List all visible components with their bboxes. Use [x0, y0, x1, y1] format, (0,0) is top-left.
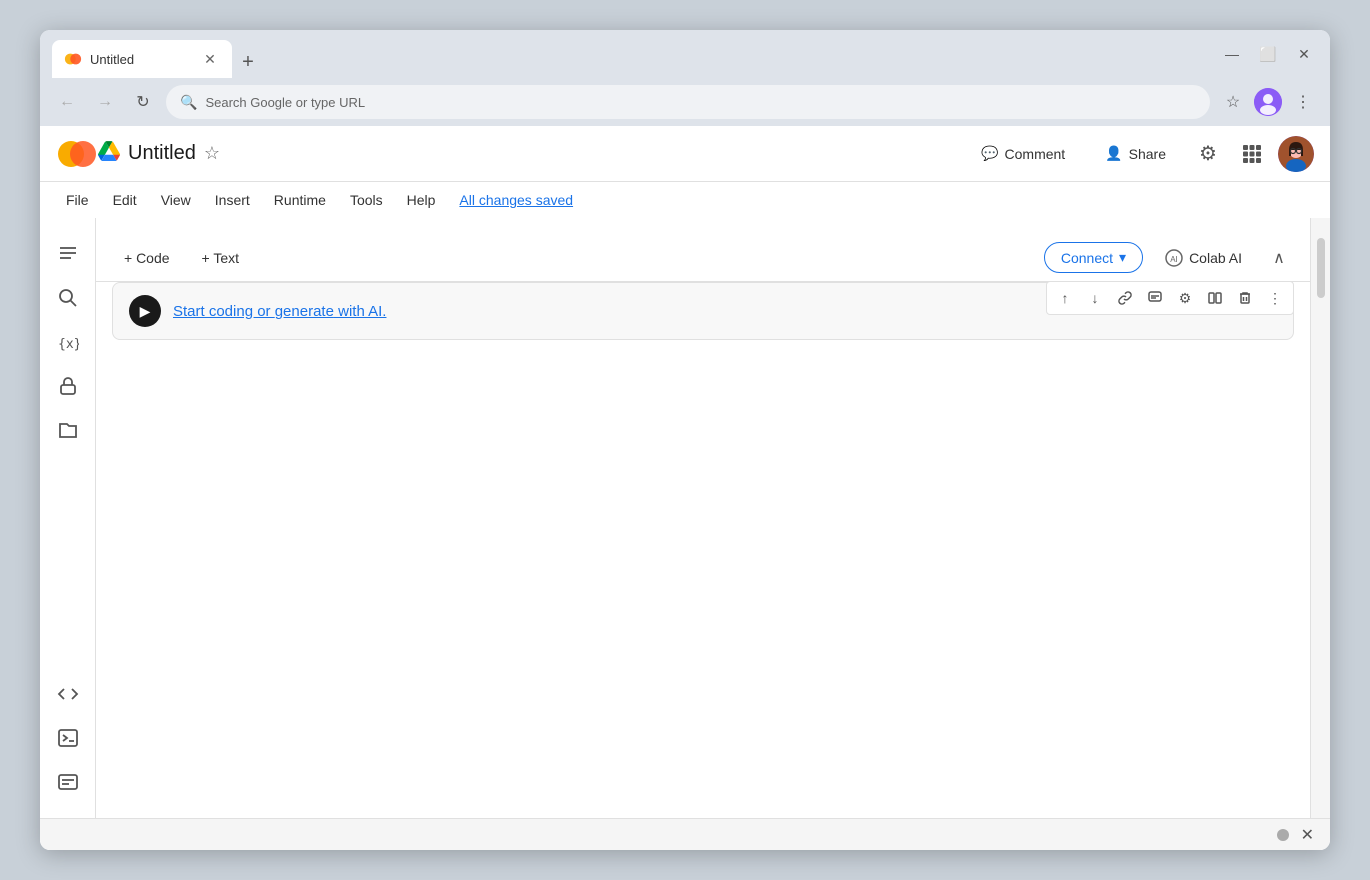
settings-button[interactable]: ⚙ [1190, 136, 1226, 172]
browser-window: Untitled ✕ + — ⬜ ✕ ← → ↻ 🔍 Search Google… [40, 30, 1330, 850]
link-button[interactable] [1111, 284, 1139, 312]
move-down-button[interactable]: ↓ [1081, 284, 1109, 312]
google-drive-icon [98, 140, 120, 167]
save-status[interactable]: All changes saved [449, 188, 583, 212]
connect-button[interactable]: Connect ▾ [1044, 242, 1143, 273]
title-bar: Untitled ✕ + — ⬜ ✕ [40, 30, 1330, 78]
sidebar-search-icon[interactable] [48, 278, 88, 318]
back-button[interactable]: ← [52, 87, 82, 117]
url-bar[interactable]: 🔍 Search Google or type URL [166, 85, 1210, 119]
delete-cell-button[interactable] [1231, 284, 1259, 312]
left-sidebar: {x} [40, 218, 96, 818]
close-button[interactable]: ✕ [1290, 40, 1318, 68]
star-button[interactable]: ☆ [204, 143, 220, 164]
tab-close-button[interactable]: ✕ [200, 49, 220, 69]
menu-edit[interactable]: Edit [103, 188, 147, 212]
share-button[interactable]: 👤 Share [1089, 137, 1182, 170]
doc-title: Untitled [128, 142, 196, 165]
menu-button[interactable]: ⋮ [1288, 87, 1318, 117]
colab-ai-label: Colab AI [1189, 250, 1242, 266]
cell-placeholder: Start coding or generate with AI. [173, 303, 386, 320]
mirror-button[interactable] [1201, 284, 1229, 312]
sidebar-files-icon[interactable] [48, 410, 88, 450]
bottom-close-button[interactable]: ✕ [1301, 825, 1314, 845]
add-text-button[interactable]: + Text [190, 244, 252, 272]
svg-text:AI: AI [1170, 255, 1178, 264]
menu-insert[interactable]: Insert [205, 188, 260, 212]
connect-label: Connect [1061, 250, 1113, 266]
collapse-button[interactable]: ∧ [1264, 243, 1294, 273]
header-actions: 💬 Comment 👤 Share ⚙ [965, 136, 1314, 172]
reload-button[interactable]: ↻ [128, 87, 158, 117]
app-header: Untitled ☆ 💬 Comment 👤 Share ⚙ [40, 126, 1330, 182]
search-icon: 🔍 [180, 94, 197, 111]
address-bar: ← → ↻ 🔍 Search Google or type URL ☆ ⋮ [40, 78, 1330, 126]
sidebar-command-icon[interactable] [48, 762, 88, 802]
forward-button[interactable]: → [90, 87, 120, 117]
tab-title: Untitled [90, 52, 134, 67]
status-dot [1277, 829, 1289, 841]
minimize-button[interactable]: — [1218, 40, 1246, 68]
url-text: Search Google or type URL [205, 95, 365, 110]
tab-favicon [64, 50, 82, 68]
comment-cell-button[interactable] [1141, 284, 1169, 312]
main-area: {x} [40, 218, 1330, 818]
share-icon: 👤 [1105, 145, 1122, 162]
window-controls: — ⬜ ✕ [1218, 40, 1318, 68]
address-bar-actions: ☆ ⋮ [1218, 87, 1318, 117]
menu-help[interactable]: Help [397, 188, 446, 212]
connect-chevron: ▾ [1119, 249, 1126, 266]
sidebar-code-icon[interactable] [48, 674, 88, 714]
comment-button[interactable]: 💬 Comment [965, 137, 1081, 170]
browser-profile-avatar[interactable] [1254, 88, 1282, 116]
sidebar-secrets-icon[interactable] [48, 366, 88, 406]
cell-toolbar: ↑ ↓ [1046, 281, 1294, 315]
browser-tab[interactable]: Untitled ✕ [52, 40, 232, 78]
bottom-bar: ✕ [40, 818, 1330, 850]
bookmark-button[interactable]: ☆ [1218, 87, 1248, 117]
editor-area: + Code + Text Connect ▾ AI [96, 218, 1310, 818]
add-text-label: + Text [202, 250, 240, 266]
user-avatar[interactable] [1278, 136, 1314, 172]
sidebar-toc-icon[interactable] [48, 234, 88, 274]
move-up-button[interactable]: ↑ [1051, 284, 1079, 312]
scrollbar-thumb [1317, 238, 1325, 298]
menu-tools[interactable]: Tools [340, 188, 393, 212]
maximize-button[interactable]: ⬜ [1254, 40, 1282, 68]
colab-ai-button[interactable]: AI Colab AI [1151, 243, 1256, 273]
menu-file[interactable]: File [56, 188, 99, 212]
run-button[interactable]: ▶ [129, 295, 161, 327]
toolbar: + Code + Text Connect ▾ AI [96, 234, 1310, 282]
tab-bar: Untitled ✕ + [52, 30, 1210, 78]
generate-link[interactable]: generate [275, 303, 334, 320]
cell-container: ↑ ↓ [112, 282, 1294, 340]
sidebar-variables-icon[interactable]: {x} [48, 322, 88, 362]
svg-text:{x}: {x} [58, 337, 79, 352]
more-options-button[interactable]: ⋮ [1261, 284, 1289, 312]
menu-runtime[interactable]: Runtime [264, 188, 336, 212]
apps-grid-button[interactable] [1234, 136, 1270, 172]
colab-ai-icon: AI [1165, 249, 1183, 267]
app-content: Untitled ☆ 💬 Comment 👤 Share ⚙ [40, 126, 1330, 850]
add-code-button[interactable]: + Code [112, 244, 182, 272]
menu-view[interactable]: View [151, 188, 201, 212]
comment-icon: 💬 [981, 145, 998, 162]
right-scrollbar[interactable] [1310, 218, 1330, 818]
colab-logo [56, 133, 98, 175]
cell-settings-button[interactable]: ⚙ [1171, 284, 1199, 312]
share-label: Share [1129, 146, 1166, 162]
menu-bar: File Edit View Insert Runtime Tools Help… [40, 182, 1330, 218]
sidebar-terminal-icon[interactable] [48, 718, 88, 758]
add-code-label: + Code [124, 250, 170, 266]
comment-label: Comment [1005, 146, 1066, 162]
new-tab-button[interactable]: + [232, 46, 264, 78]
